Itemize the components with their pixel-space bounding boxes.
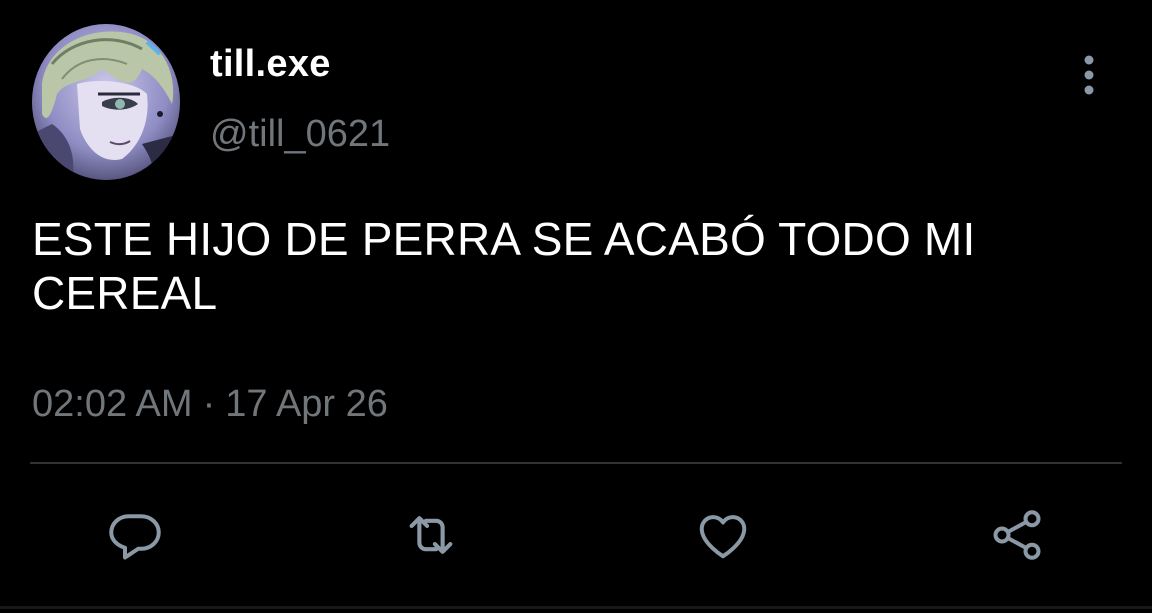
retweet-button[interactable] — [396, 500, 466, 570]
bottom-border — [0, 606, 1152, 609]
display-name[interactable]: till.exe — [210, 40, 331, 88]
reply-button[interactable] — [100, 500, 170, 570]
tweet-text: ESTE HIJO DE PERRA SE ACABÓ TODO MI CERE… — [32, 213, 976, 319]
avatar[interactable] — [32, 24, 180, 180]
share-icon — [993, 510, 1041, 560]
username-handle[interactable]: @till_0621 — [210, 110, 390, 158]
vertical-dots-icon — [1084, 55, 1094, 95]
avatar-image — [32, 24, 180, 180]
like-button[interactable] — [688, 500, 758, 570]
retweet-icon — [409, 516, 453, 554]
heart-icon — [699, 515, 747, 559]
tweet-timestamp[interactable]: 02:02 AM · 17 Apr 26 — [32, 380, 388, 428]
speech-bubble-icon — [109, 514, 161, 560]
tweet-date: 17 Apr 26 — [225, 383, 388, 425]
tweet-time: 02:02 AM — [32, 383, 193, 425]
share-button[interactable] — [982, 500, 1052, 570]
meta-separator: · — [202, 383, 216, 425]
divider — [30, 462, 1122, 464]
more-options-button[interactable] — [1070, 52, 1108, 98]
tweet-card: till.exe @till_0621 ESTE HIJO DE PERRA S… — [0, 0, 1152, 613]
action-bar — [0, 500, 1152, 570]
